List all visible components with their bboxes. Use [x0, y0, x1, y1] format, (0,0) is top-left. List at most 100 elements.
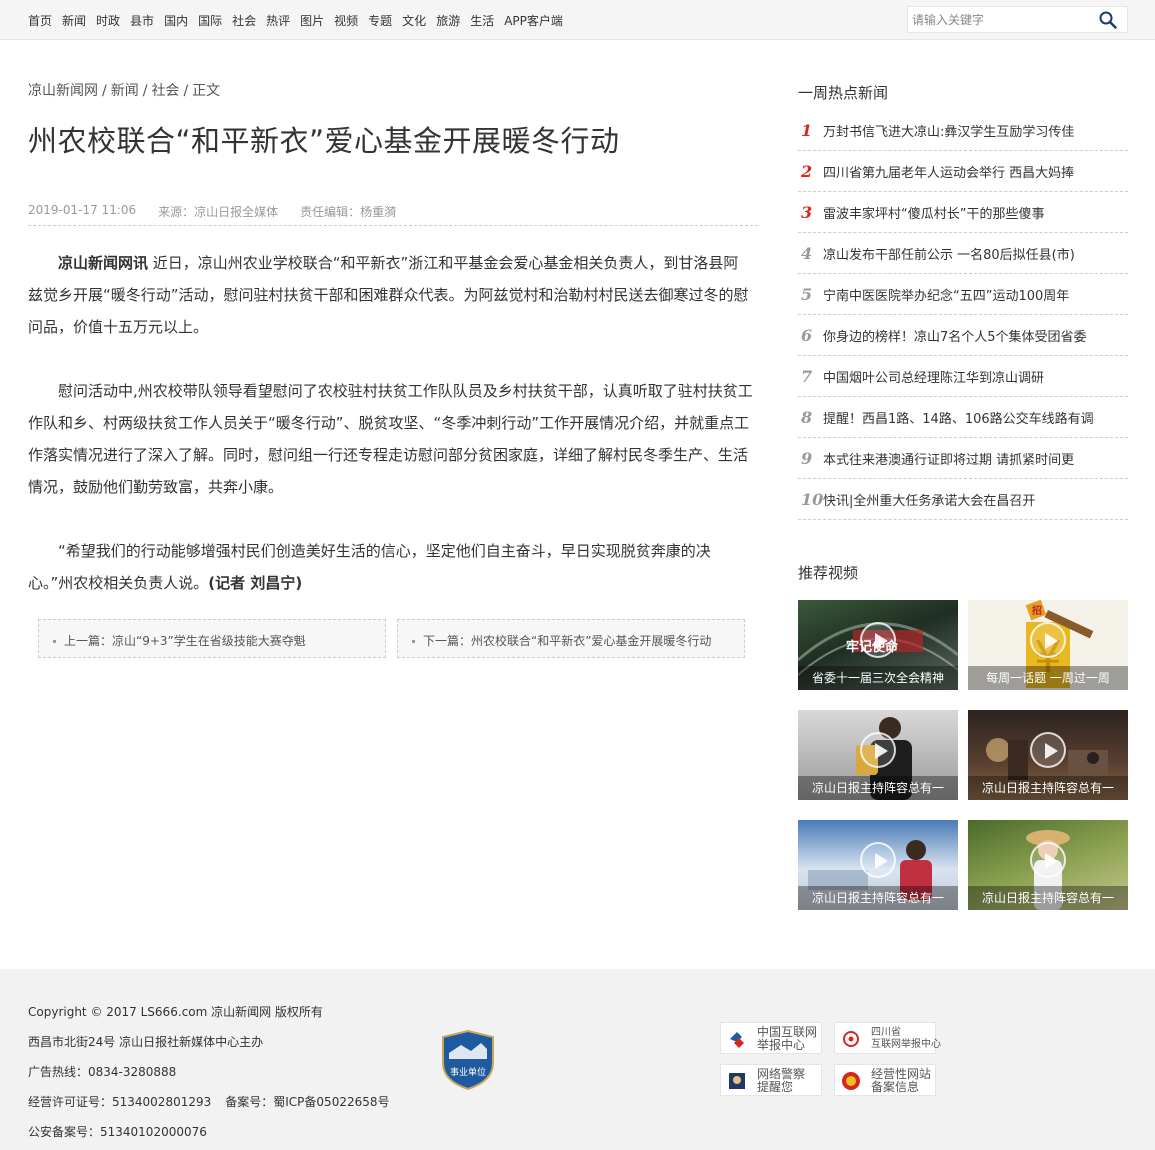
hot-news-item[interactable]: 10 快讯|全州重大任务承诺大会在昌召开	[798, 479, 1128, 520]
article-paragraph: 慰问活动中,州农校带队领导看望慰问了农校驻村扶贫工作队队员及乡村扶贫干部，认真听…	[28, 382, 753, 496]
hot-news-title: 你身边的榜样！凉山7名个人5个集体受团省委	[823, 329, 1087, 345]
play-icon	[1030, 622, 1066, 658]
sichuan-report-label: 四川省 互联网举报中心	[871, 1027, 941, 1050]
footer-icp[interactable]: 备案号：蜀ICP备05022658号	[225, 1095, 389, 1109]
play-icon	[1030, 842, 1066, 878]
video-overlay-text: 招	[1032, 606, 1042, 617]
nav-item-culture[interactable]: 文化	[402, 12, 426, 29]
search-input[interactable]	[908, 7, 1093, 32]
bullet-icon	[53, 640, 56, 643]
public-institution-badge[interactable]: 事业单位	[441, 1029, 495, 1091]
video-thumbnail[interactable]: 牢记使命 省委十一届三次全会精神	[798, 600, 958, 690]
hot-news-list: 1 万封书信飞进大凉山:彝汉学生互励学习传佳 2 四川省第九届老年人运动会举行 西昌…	[798, 110, 1128, 520]
video-caption: 凉山日报主持阵容总有一	[798, 776, 958, 800]
article-meta: 2019-01-17 11:06 来源：凉山日报全媒体 责任编辑：杨重漪	[28, 203, 418, 220]
hot-news-title: 四川省第九届老年人运动会举行 西昌大妈捧	[823, 165, 1075, 181]
play-icon	[860, 622, 896, 658]
nav-item-news[interactable]: 新闻	[62, 12, 86, 29]
rank-number: 2	[801, 161, 813, 181]
website-record-label: 经营性网站 备案信息	[871, 1067, 932, 1094]
report-center-link[interactable]: 中国互联网 举报中心	[720, 1022, 822, 1054]
hot-news-title: 中国烟叶公司总经理陈江华到凉山调研	[823, 370, 1045, 386]
top-navigation-bar: 首页 新闻 时政 县市 国内 国际 社会 热评 图片 视频 专题 文化 旅游 生…	[0, 0, 1155, 40]
hot-news-item[interactable]: 6 你身边的榜样！凉山7名个人5个集体受团省委	[798, 315, 1128, 356]
video-thumbnail[interactable]: ¥ 招 每周一话题 一周过一周	[968, 600, 1128, 690]
hot-news-item[interactable]: 7 中国烟叶公司总经理陈江华到凉山调研	[798, 356, 1128, 397]
recommended-video-heading: 推荐视频	[798, 564, 859, 582]
play-icon	[860, 842, 896, 878]
nav-item-counties[interactable]: 县市	[130, 12, 154, 29]
nav-item-commentary[interactable]: 热评	[266, 12, 290, 29]
nav-item-topics[interactable]: 专题	[368, 12, 392, 29]
breadcrumb-society[interactable]: 社会	[151, 83, 179, 99]
article-paragraph: 凉山新闻网讯 近日，凉山州农业学校联合“和平新衣”浙江和平基金会爱心基金相关负责…	[28, 247, 753, 343]
hot-news-title: 快讯|全州重大任务承诺大会在昌召开	[823, 493, 1036, 509]
footer-copyright: Copyright © 2017 LS666.com 凉山新闻网 版权所有	[28, 1005, 323, 1019]
video-caption: 每周一话题 一周过一周	[968, 666, 1128, 690]
video-thumbnail[interactable]: 凉山日报主持阵容总有一	[968, 820, 1128, 910]
footer-host: 西昌市北街24号 凉山日报社新媒体中心主办	[28, 1035, 264, 1049]
website-record-link[interactable]: 经营性网站 备案信息	[834, 1064, 936, 1096]
breadcrumb-news[interactable]: 新闻	[111, 83, 139, 99]
nav-item-politics[interactable]: 时政	[96, 12, 120, 29]
next-article-label: 下一篇：州农校联合“和平新衣”爱心基金开展暖冬行动	[423, 634, 712, 648]
video-caption: 凉山日报主持阵容总有一	[968, 776, 1128, 800]
hot-news-item[interactable]: 4 凉山发布干部任前公示 一名80后拟任县(市)	[798, 233, 1128, 274]
hot-news-title: 提醒！西昌1路、14路、106路公交车线路有调	[823, 411, 1094, 427]
rank-number: 10	[801, 489, 824, 509]
article-editor: 责任编辑：杨重漪	[300, 205, 397, 219]
nav-item-life[interactable]: 生活	[470, 12, 494, 29]
play-icon	[860, 732, 896, 768]
article-lead: 凉山新闻网讯	[58, 254, 149, 272]
breadcrumb-separator: /	[183, 83, 189, 99]
hot-news-title: 雷波丰家坪村“傻瓜村长”干的那些傻事	[823, 206, 1045, 222]
rank-number: 3	[801, 202, 813, 222]
main-nav: 首页 新闻 时政 县市 国内 国际 社会 热评 图片 视频 专题 文化 旅游 生…	[28, 12, 573, 29]
hot-news-title: 本式往来港澳通行证即将过期 请抓紧时间更	[823, 452, 1075, 468]
article-author: (记者 刘昌宁)	[208, 574, 303, 592]
video-caption: 凉山日报主持阵容总有一	[968, 886, 1128, 910]
hot-news-item[interactable]: 8 提醒！西昌1路、14路、106路公交车线路有调	[798, 397, 1128, 438]
cyber-police-icon	[729, 1073, 745, 1089]
hot-news-item[interactable]: 9 本式往来港澳通行证即将过期 请抓紧时间更	[798, 438, 1128, 479]
hot-news-title: 宁南中医医院举办纪念“五四”运动100周年	[823, 288, 1070, 304]
next-article-link[interactable]: 下一篇：州农校联合“和平新衣”爱心基金开展暖冬行动	[397, 619, 745, 658]
hot-news-title: 凉山发布干部任前公示 一名80后拟任县(市)	[823, 247, 1075, 263]
bullet-icon	[412, 640, 415, 643]
search-icon[interactable]	[1099, 11, 1117, 29]
breadcrumb-current: 正文	[192, 83, 221, 99]
hot-news-item[interactable]: 3 雷波丰家坪村“傻瓜村长”干的那些傻事	[798, 192, 1128, 233]
video-thumbnail[interactable]: 凉山日报主持阵容总有一	[968, 710, 1128, 800]
hot-news-title: 万封书信飞进大凉山:彝汉学生互励学习传佳	[823, 124, 1075, 140]
meta-divider	[28, 225, 758, 226]
article-source: 来源：凉山日报全媒体	[158, 205, 279, 219]
article-paragraph: “希望我们的行动能够增强村民们创造美好生活的信心，坚定他们自主奋斗，早日实现脱贫…	[28, 535, 753, 599]
footer-police[interactable]: 公安备案号：51340102000076	[28, 1117, 404, 1147]
cyber-police-label: 网络警察 提醒您	[757, 1067, 806, 1094]
report-center-label: 中国互联网 举报中心	[757, 1025, 818, 1052]
footer: Copyright © 2017 LS666.com 凉山新闻网 版权所有 西昌…	[0, 969, 1155, 1150]
breadcrumb-separator: /	[102, 83, 107, 99]
cyber-police-link[interactable]: 网络警察 提醒您	[720, 1064, 822, 1096]
rank-number: 7	[801, 366, 813, 386]
nav-item-app[interactable]: APP客户端	[504, 12, 563, 29]
sichuan-report-link[interactable]: 四川省 互联网举报中心	[834, 1022, 941, 1054]
badge-label: 事业单位	[449, 1068, 486, 1078]
nav-item-home[interactable]: 首页	[28, 12, 52, 29]
rank-number: 9	[801, 448, 813, 468]
hot-news-item[interactable]: 5 宁南中医医院举办纪念“五四”运动100周年	[798, 274, 1128, 315]
hot-news-item[interactable]: 1 万封书信飞进大凉山:彝汉学生互励学习传佳	[798, 110, 1128, 151]
nav-item-international[interactable]: 国际	[198, 12, 222, 29]
play-icon	[1030, 732, 1066, 768]
video-thumbnail[interactable]: 凉山日报主持阵容总有一	[798, 710, 958, 800]
breadcrumb-site[interactable]: 凉山新闻网	[28, 83, 98, 99]
prev-article-link[interactable]: 上一篇：凉山“9+3”学生在省级技能大赛夺魁	[38, 619, 386, 658]
nav-item-domestic[interactable]: 国内	[164, 12, 188, 29]
nav-item-society[interactable]: 社会	[232, 12, 256, 29]
hot-news-item[interactable]: 2 四川省第九届老年人运动会举行 西昌大妈捧	[798, 151, 1128, 192]
nav-item-pictures[interactable]: 图片	[300, 12, 324, 29]
video-thumbnail[interactable]: 凉山日报主持阵容总有一	[798, 820, 958, 910]
nav-item-video[interactable]: 视频	[334, 12, 358, 29]
nav-item-travel[interactable]: 旅游	[436, 12, 460, 29]
footer-license: 经营许可证号：5134002801293	[28, 1095, 212, 1109]
